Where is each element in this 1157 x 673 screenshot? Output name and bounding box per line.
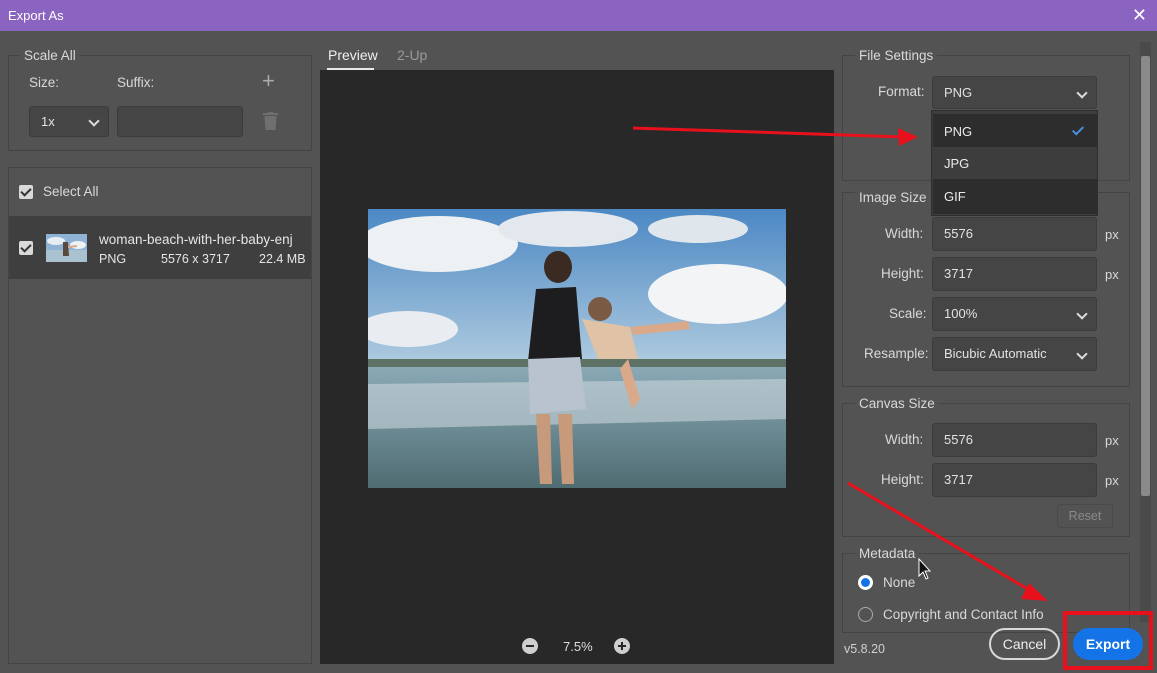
canvas-size-title: Canvas Size	[855, 396, 939, 411]
metadata-copyright-radio[interactable]	[858, 607, 873, 622]
suffix-label: Suffix:	[117, 75, 155, 90]
select-all-label[interactable]: Select All	[43, 184, 99, 199]
chevron-down-icon	[1076, 348, 1088, 360]
scale-select[interactable]: 100%	[932, 297, 1097, 331]
zoom-level: 7.5%	[563, 639, 593, 654]
image-width-unit: px	[1105, 227, 1119, 242]
metadata-title: Metadata	[855, 546, 920, 561]
title-bar: Export As ✕	[0, 0, 1157, 31]
canvas-width-unit: px	[1105, 433, 1119, 448]
file-format: PNG	[99, 252, 127, 266]
file-settings-title: File Settings	[855, 48, 938, 63]
file-size: 22.4 MB	[259, 252, 306, 266]
chevron-down-icon	[88, 115, 100, 127]
chevron-down-icon	[1076, 87, 1088, 99]
file-checkbox[interactable]	[19, 241, 33, 255]
chevron-down-icon	[1076, 308, 1088, 320]
canvas-height-input[interactable]: 3717	[932, 463, 1097, 497]
dropdown-option-gif[interactable]: GIF	[933, 179, 1097, 214]
select-all-checkbox[interactable]	[19, 185, 33, 199]
zoom-out-glyph	[526, 645, 534, 647]
size-label: Size:	[29, 75, 60, 90]
image-height-input[interactable]: 3717	[932, 257, 1097, 291]
preview-image	[368, 209, 786, 488]
option-png-label: PNG	[944, 124, 973, 139]
file-name: woman-beach-with-her-baby-enj	[99, 232, 293, 247]
canvas-height-unit: px	[1105, 473, 1119, 488]
canvas-height-label: Height:	[881, 472, 924, 487]
image-height-unit: px	[1105, 267, 1119, 282]
dropdown-option-jpg[interactable]: JPG	[933, 147, 1097, 179]
resample-select-value: Bicubic Automatic	[944, 346, 1047, 361]
file-row[interactable]: woman-beach-with-her-baby-enj PNG 5576 x…	[9, 216, 311, 279]
dropdown-option-png[interactable]: PNG	[933, 114, 1097, 147]
file-dimensions: 5576 x 3717	[161, 252, 230, 266]
metadata-none-label[interactable]: None	[883, 575, 915, 590]
checkmark-icon	[1071, 123, 1085, 136]
tab-2up[interactable]: 2-Up	[397, 47, 427, 63]
export-button[interactable]: Export	[1073, 628, 1143, 660]
cancel-button[interactable]: Cancel	[989, 628, 1060, 660]
size-select[interactable]: 1x	[29, 106, 109, 137]
reset-button[interactable]: Reset	[1057, 504, 1113, 528]
canvas-width-label: Width:	[885, 432, 924, 447]
option-jpg-label: JPG	[944, 156, 970, 171]
format-dropdown-menu: PNG JPG GIF	[931, 110, 1098, 216]
right-scrollbar[interactable]	[1140, 42, 1151, 622]
scale-select-value: 100%	[944, 306, 978, 321]
image-width-label: Width:	[885, 226, 924, 241]
radio-dot	[861, 578, 870, 587]
close-icon[interactable]: ✕	[1132, 5, 1147, 26]
format-select-value: PNG	[944, 85, 973, 100]
format-select[interactable]: PNG	[932, 76, 1097, 109]
option-gif-label: GIF	[944, 189, 966, 204]
resample-label: Resample:	[864, 346, 929, 361]
scale-all-title: Scale All	[20, 48, 80, 63]
image-height-label: Height:	[881, 266, 924, 281]
metadata-none-radio[interactable]	[858, 575, 873, 590]
tab-preview[interactable]: Preview	[328, 47, 378, 63]
suffix-input[interactable]	[117, 106, 243, 137]
zoom-in-glyph-v	[621, 642, 623, 650]
add-scale-icon[interactable]: +	[262, 68, 275, 94]
window-title: Export As	[8, 8, 64, 23]
scale-label: Scale:	[889, 306, 927, 321]
version-label: v5.8.20	[844, 642, 886, 656]
size-select-value: 1x	[41, 114, 55, 129]
metadata-copyright-label[interactable]: Copyright and Contact Info	[883, 607, 1044, 622]
image-size-title: Image Size	[855, 190, 931, 205]
zoom-out-icon[interactable]	[522, 638, 538, 654]
canvas-width-input[interactable]: 5576	[932, 423, 1097, 457]
trash-icon[interactable]	[263, 112, 278, 130]
format-label: Format:	[878, 84, 925, 99]
resample-select[interactable]: Bicubic Automatic	[932, 337, 1097, 371]
image-width-input[interactable]: 5576	[932, 217, 1097, 251]
file-thumbnail	[46, 234, 87, 262]
scrollbar-thumb[interactable]	[1141, 56, 1150, 496]
zoom-in-icon[interactable]	[614, 638, 630, 654]
